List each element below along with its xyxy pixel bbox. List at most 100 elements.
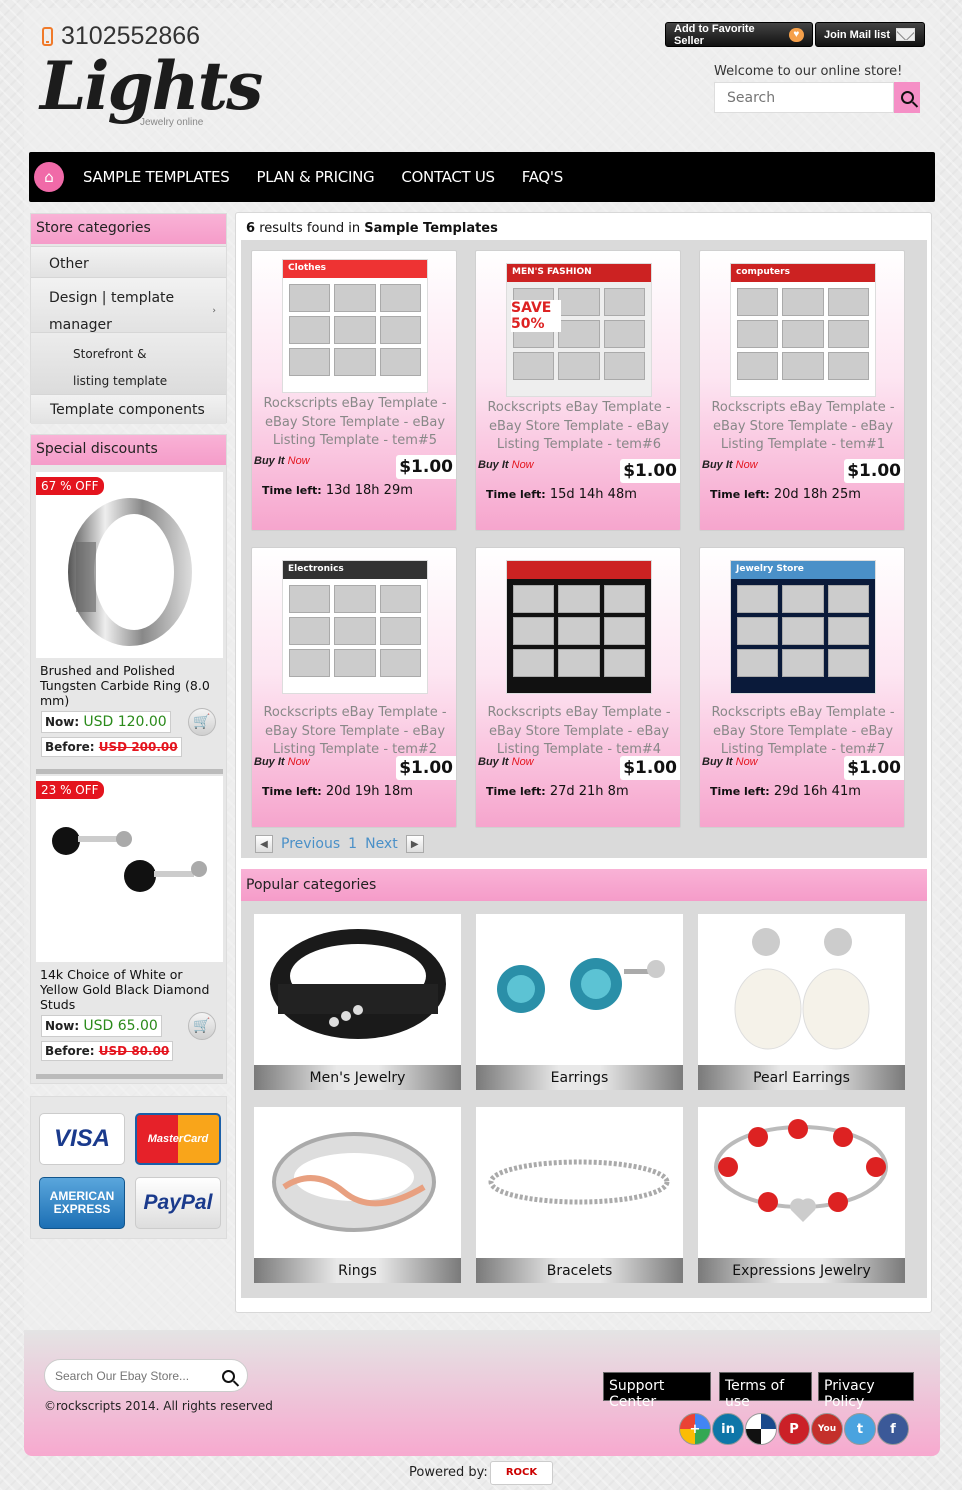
listing-title[interactable]: Rockscripts eBay Template - eBay Store T… [480,399,678,455]
listing-card[interactable]: Clothes Rockscripts eBay Template - eBay… [251,250,457,531]
previous-link[interactable]: Previous [281,836,340,852]
product-image-ring[interactable] [36,472,223,658]
welcome-text: Welcome to our online store! [714,64,903,79]
listing-card[interactable]: Rockscripts eBay Template - eBay Store T… [475,547,681,828]
popular-pearl-earrings[interactable]: Pearl Earrings [698,914,905,1090]
time-left: Time left: 20d 19h 18m [262,784,413,799]
popular-mens-jewelry[interactable]: Men's Jewelry [254,914,461,1090]
category-design-template-manager[interactable]: Design | template manager › [31,277,226,333]
category-template-components[interactable]: Template components [31,394,226,424]
add-to-cart-button[interactable]: 🛒 [188,1012,216,1040]
category-label: Design | template manager [49,290,175,333]
listing-thumbnail[interactable]: Jewelry Store [730,560,876,694]
now-value: USD 65.00 [83,1018,158,1034]
popular-bracelets[interactable]: Bracelets [476,1107,683,1283]
bin-label: Buy It [254,756,285,768]
listing-thumbnail[interactable]: MEN'S FASHION SAVE 50% [506,263,652,397]
linkedin-icon[interactable]: in [712,1413,744,1445]
popular-earrings[interactable]: Earrings [476,914,683,1090]
category-other[interactable]: Other [31,246,226,277]
listing-card[interactable]: Jewelry Store Rockscripts eBay Template … [699,547,905,828]
search-input[interactable] [714,82,894,113]
youtube-icon[interactable]: You [811,1413,843,1445]
discount-badge: 23 % OFF [36,781,104,799]
listing-thumbnail[interactable]: computers [730,263,876,397]
rockscripts-logo[interactable]: ROCK [490,1461,553,1485]
buy-it-now-badge: Buy It Now [702,459,758,471]
previous-arrow-button[interactable]: ◀ [255,835,273,853]
product-image-studs[interactable] [36,776,223,962]
listing-title[interactable]: Rockscripts eBay Template - eBay Store T… [704,399,902,455]
powered-by-label: Powered by: [409,1465,488,1480]
special-discounts-panel: Special discounts 67 % OFF Brushed and P… [30,434,227,1084]
add-favorite-seller-button[interactable]: Add to Favorite Seller ♥ [665,22,813,47]
listing-title[interactable]: Rockscripts eBay Template - eBay Store T… [256,395,454,451]
now-price: Now: USD 120.00 [41,711,171,733]
time-left-value: 15d 14h 48m [549,487,637,502]
twitter-icon[interactable]: t [844,1413,876,1445]
popular-rings[interactable]: Rings [254,1107,461,1283]
expressions-jewelry-image [714,1119,888,1222]
listing-card[interactable]: Electronics Rockscripts eBay Template - … [251,547,457,828]
popular-expressions-jewelry[interactable]: Expressions Jewelry [698,1107,905,1283]
store-categories-title: Store categories [31,214,226,244]
nav-plan-pricing[interactable]: PLAN & PRICING [256,168,374,186]
listing-thumbnail[interactable] [506,560,652,694]
store-logo[interactable]: Lights [40,50,263,122]
listing-card[interactable]: computers Rockscripts eBay Template - eB… [699,250,905,531]
before-value: USD 80.00 [98,1044,170,1058]
digg-icon[interactable] [745,1413,777,1445]
listing-thumbnail[interactable]: Clothes [282,259,428,393]
nav-sample-templates[interactable]: SAMPLE TEMPLATES [83,168,230,186]
google-plus-icon[interactable]: + [679,1413,711,1445]
terms-of-use-link[interactable]: Terms of use [719,1372,812,1410]
page-number-link[interactable]: 1 [348,836,357,852]
footer-search-button[interactable] [211,1361,246,1391]
time-left-label: Time left: [486,785,546,798]
time-left-value: 27d 21h 8m [549,784,629,799]
time-left: Time left: 13d 18h 29m [262,483,413,498]
category-storefront-listing[interactable]: Storefront & listing template [31,332,226,394]
product-name[interactable]: Brushed and Polished Tungsten Carbide Ri… [40,663,220,708]
pinterest-icon[interactable]: P [778,1413,810,1445]
add-to-cart-button[interactable]: 🛒 [188,708,216,736]
thumb-header: Clothes [283,260,427,278]
bracelets-image [488,1159,670,1205]
privacy-policy-link[interactable]: Privacy Policy [818,1372,914,1410]
mastercard-logo: MasterCard [135,1113,221,1165]
listing-card[interactable]: MEN'S FASHION SAVE 50% Rockscripts eBay … [475,250,681,531]
paypal-logo: PayPal [135,1177,221,1229]
join-mail-label: Join Mail list [824,28,891,41]
payment-methods-panel: VISA MasterCard AMERICAN EXPRESS PayPal [30,1096,227,1239]
time-left: Time left: 27d 21h 8m [486,784,629,799]
next-arrow-button[interactable]: ▶ [405,835,424,853]
thumb-product-grid [731,282,875,386]
nav-faqs[interactable]: FAQ'S [522,168,564,186]
before-price: Before: USD 200.00 [41,737,182,757]
bin-label-now: Now [511,459,534,471]
results-category: Sample Templates [364,221,498,236]
support-center-link[interactable]: Support Center [603,1372,711,1410]
arrow-right-icon: ▶ [410,838,419,850]
search-button[interactable] [894,82,920,113]
listing-thumbnail[interactable]: Electronics [282,560,428,694]
nav-contact-us[interactable]: CONTACT US [401,168,495,186]
time-left-value: 29d 16h 41m [773,784,861,799]
join-mail-list-button[interactable]: Join Mail list [815,22,925,47]
listing-title[interactable]: Rockscripts eBay Template - eBay Store T… [480,704,678,760]
logo-subtitle: Jewelry online [140,117,204,128]
time-left-label: Time left: [710,488,770,501]
popular-label: Expressions Jewelry [698,1258,905,1283]
time-left-label: Time left: [262,785,322,798]
thumb-product-grid [283,278,427,382]
thumb-header [507,561,651,579]
next-link[interactable]: Next [365,836,398,852]
mail-icon [896,28,916,41]
listing-title[interactable]: Rockscripts eBay Template - eBay Store T… [256,704,454,760]
facebook-icon[interactable]: f [877,1413,909,1445]
visa-logo: VISA [39,1113,125,1165]
home-button[interactable]: ⌂ [34,162,64,192]
product-name[interactable]: 14k Choice of White or Yellow Gold Black… [40,967,220,1012]
listing-title[interactable]: Rockscripts eBay Template - eBay Store T… [704,704,902,760]
popular-label: Pearl Earrings [698,1065,905,1090]
